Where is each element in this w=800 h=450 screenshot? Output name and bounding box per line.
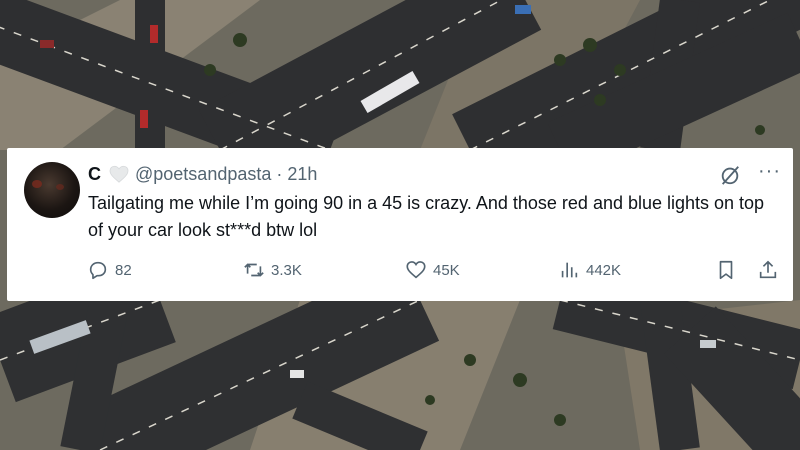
reply-button[interactable]: 82: [87, 259, 132, 281]
tweet-header: C @poetsandpasta · 21h: [88, 163, 317, 185]
views-count: 442K: [586, 261, 622, 279]
repost-count: 3.3K: [271, 261, 302, 279]
heart-icon: [109, 165, 129, 183]
repost-icon: [244, 263, 264, 277]
bookmark-icon: [719, 260, 733, 280]
tweet-timestamp[interactable]: 21h: [287, 164, 317, 185]
reply-icon: [89, 261, 107, 280]
tweet-text: Tailgating me while I’m going 90 in a 45…: [88, 193, 765, 240]
views-icon: [561, 262, 578, 278]
tweet-card[interactable]: C @poetsandpasta · 21h ··· Tailgating me…: [7, 148, 793, 301]
share-icon: [759, 260, 777, 279]
reply-count: 82: [115, 261, 132, 279]
display-name[interactable]: C: [88, 164, 101, 185]
header-separator: ·: [276, 163, 283, 184]
like-icon: [406, 261, 426, 279]
avatar[interactable]: [24, 162, 80, 218]
repost-button[interactable]: 3.3K: [243, 259, 302, 281]
share-button[interactable]: [757, 259, 779, 281]
views-button[interactable]: 442K: [558, 259, 621, 281]
like-button[interactable]: 45K: [405, 259, 460, 281]
user-handle[interactable]: @poetsandpasta: [135, 164, 271, 185]
bookmark-button[interactable]: [715, 259, 737, 281]
grok-slash-icon[interactable]: [719, 164, 741, 186]
tweet-actions: 82 3.3K 45K 442K: [7, 259, 793, 285]
like-count: 45K: [433, 261, 460, 279]
more-options-button[interactable]: ···: [758, 161, 781, 181]
